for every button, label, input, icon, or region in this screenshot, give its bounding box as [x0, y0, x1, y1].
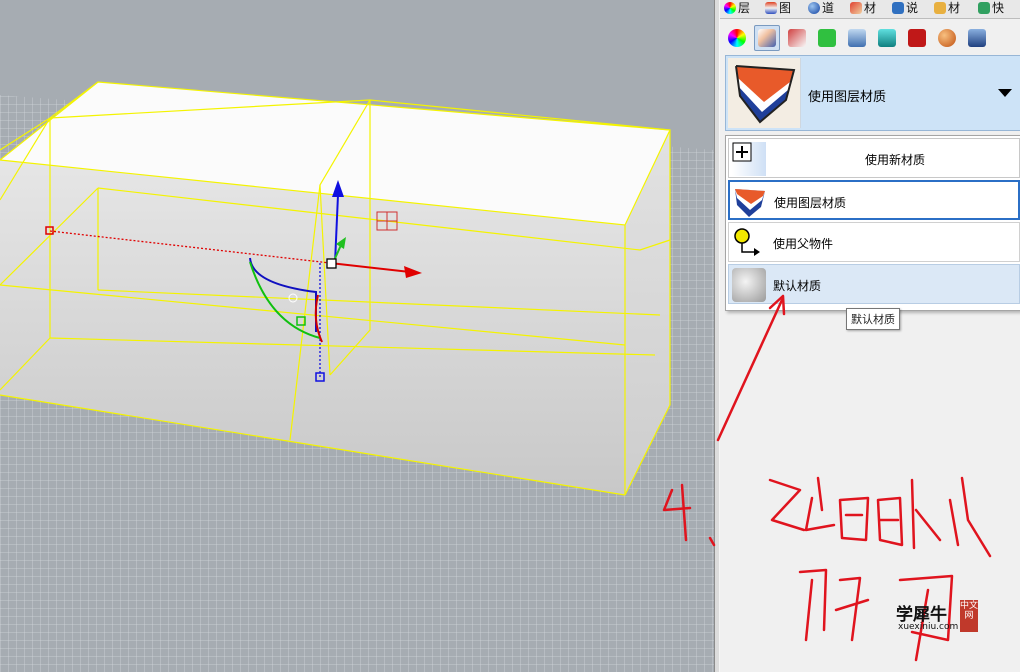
- tab-graph[interactable]: 图: [765, 0, 791, 18]
- render-settings-icon: [908, 29, 926, 47]
- render-settings-button[interactable]: [904, 25, 930, 51]
- dropdown-item-label: 使用父物件: [773, 237, 834, 251]
- material-select-label: 使用图层材质: [808, 90, 887, 105]
- parent-object-icon: [732, 226, 766, 260]
- viewport-scene[interactable]: [0, 0, 714, 672]
- snapshot-icon: [978, 2, 990, 14]
- sphere-icon: [808, 2, 820, 14]
- material-assignment-select[interactable]: 使用图层材质: [725, 55, 1020, 131]
- watermark-seal: 中文网: [960, 600, 978, 632]
- dropdown-item-parent-object[interactable]: 使用父物件: [728, 222, 1020, 262]
- dropdown-item-layer-material[interactable]: 使用图层材质: [728, 180, 1020, 220]
- layer-material-icon: [733, 185, 767, 219]
- cylinder-button[interactable]: [874, 25, 900, 51]
- site-watermark: 学犀牛 xuexiniu.com 中文网: [892, 598, 984, 636]
- texture-map-button[interactable]: [814, 25, 840, 51]
- cylinder-icon: [878, 29, 896, 47]
- color-wheel-icon: [724, 2, 736, 14]
- shade-button[interactable]: [844, 25, 870, 51]
- plus-icon: [732, 142, 766, 176]
- tab-path[interactable]: 道: [808, 0, 834, 18]
- default-material-icon: [732, 268, 766, 302]
- watermark-url: xuexiniu.com: [898, 622, 959, 632]
- shade-icon: [848, 29, 866, 47]
- tab-notes[interactable]: 说: [892, 0, 918, 18]
- tab-material[interactable]: 材: [850, 0, 876, 18]
- notes-icon: [892, 2, 904, 14]
- texture-map-icon: [818, 29, 836, 47]
- color-wheel-icon: [728, 29, 746, 47]
- object-props-button[interactable]: [964, 25, 990, 51]
- tab-library[interactable]: 材: [934, 0, 960, 18]
- dropdown-item-new-material[interactable]: 使用新材质: [728, 138, 1020, 178]
- material-brush-icon: [758, 29, 776, 47]
- color-wheel-button[interactable]: [724, 25, 750, 51]
- dropdown-item-label: 默认材质: [773, 279, 822, 293]
- dropdown-item-label: 使用新材质: [865, 153, 926, 167]
- tab-layer[interactable]: 层: [724, 0, 750, 18]
- sphere-texture-icon: [938, 29, 956, 47]
- layer-material-icon: [728, 58, 801, 128]
- dropdown-item-label: 使用图层材质: [774, 196, 847, 210]
- brush-icon: [850, 2, 862, 14]
- panel-tabs: 层 图 道 材 说 材 快: [720, 0, 1020, 19]
- sphere-texture-button[interactable]: [934, 25, 960, 51]
- tab-snapshot[interactable]: 快: [978, 0, 1004, 18]
- folder-icon: [934, 2, 946, 14]
- layer-icon: [765, 2, 777, 14]
- properties-panel: 层 图 道 材 说 材 快 使用图层材质 使用新材质 使用图层材质 使用父物件 …: [720, 0, 1020, 672]
- dropdown-item-default-material[interactable]: 默认材质: [728, 264, 1020, 304]
- object-props-icon: [968, 29, 986, 47]
- material-dropdown-list: 使用新材质 使用图层材质 使用父物件 默认材质: [725, 135, 1020, 311]
- material-brush-button[interactable]: [754, 25, 780, 51]
- material-toolbar: [720, 20, 1020, 54]
- decal-icon: [788, 29, 806, 47]
- tooltip: 默认材质: [846, 308, 900, 330]
- decal-button[interactable]: [784, 25, 810, 51]
- dropdown-arrow-icon[interactable]: [998, 89, 1012, 97]
- perspective-viewport[interactable]: [0, 0, 714, 672]
